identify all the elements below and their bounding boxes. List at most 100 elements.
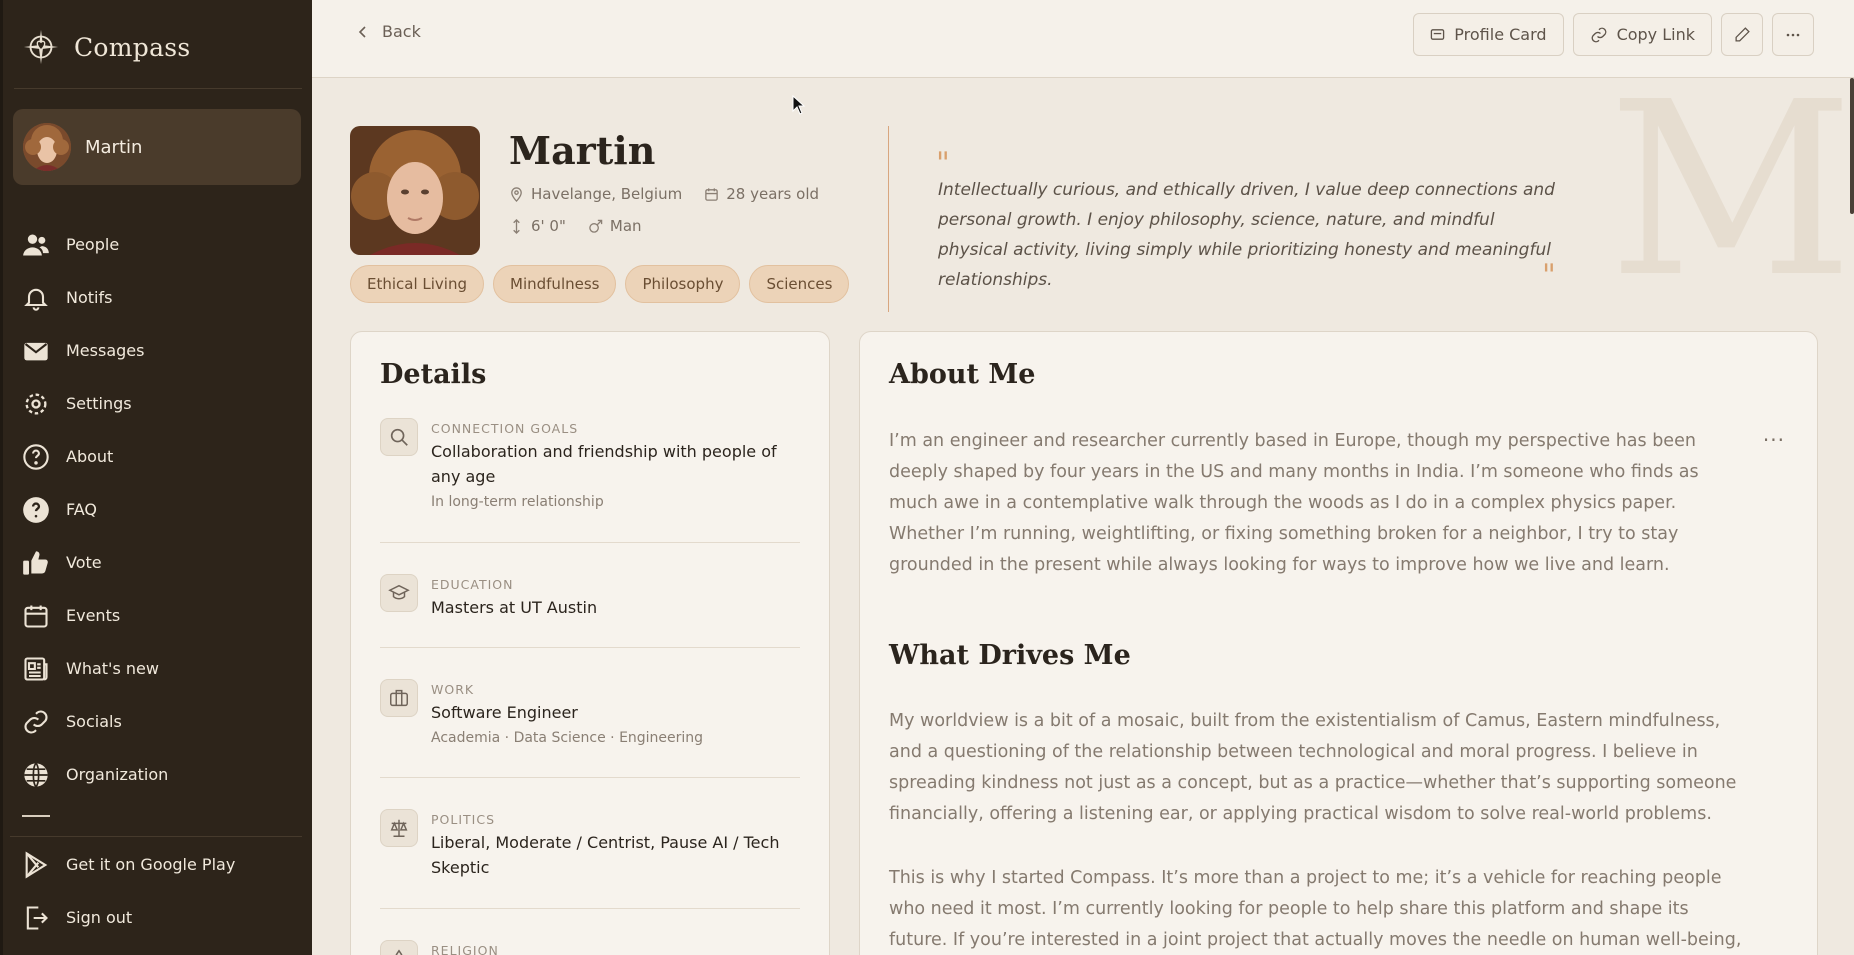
bell-icon: [24, 288, 48, 311]
sidebar-item-events[interactable]: Events: [0, 589, 312, 642]
sidebar: Compass Martin People Notifs Messages Se…: [0, 0, 312, 955]
sidebar-item-faq[interactable]: FAQ: [0, 483, 312, 536]
search-icon: [380, 418, 418, 456]
user-name: Martin: [85, 136, 143, 158]
header-divider: [888, 126, 889, 312]
profile-card-label: Profile Card: [1454, 25, 1547, 44]
tag[interactable]: Sciences: [749, 265, 850, 303]
google-play-link[interactable]: Get it on Google Play: [0, 838, 312, 891]
age: 28 years old: [704, 185, 819, 203]
gear-icon: [25, 393, 47, 414]
sidebar-divider: [10, 836, 302, 837]
detail-religion: RELIGION: [380, 940, 800, 955]
detail-value: Liberal, Moderate / Centrist, Pause AI /…: [431, 833, 780, 877]
sidebar-item-settings[interactable]: Settings: [0, 377, 312, 430]
detail-work: WORK Software Engineer Academia · Data S…: [380, 679, 800, 746]
about-paragraph: My worldview is a bit of a mosaic, built…: [889, 711, 1737, 824]
sidebar-item-label: Notifs: [66, 288, 113, 307]
link-icon: [1591, 27, 1606, 42]
detail-divider: [380, 542, 800, 543]
back-label: Back: [382, 22, 421, 41]
tag[interactable]: Philosophy: [625, 265, 741, 303]
height: 6' 0": [509, 217, 566, 235]
detail-value: Collaboration and friendship with people…: [431, 442, 777, 486]
detail-divider: [380, 908, 800, 909]
location: Havelange, Belgium: [509, 185, 682, 203]
sidebar-item-label: Vote: [66, 553, 102, 572]
question-filled-icon: [23, 496, 49, 523]
compass-logo-icon: [23, 29, 59, 65]
detail-sub: Academia · Data Science · Engineering: [431, 730, 704, 746]
app-logo[interactable]: Compass: [22, 28, 191, 66]
detail-politics: POLITICS Liberal, Moderate / Centrist, P…: [380, 809, 800, 880]
sidebar-item-notifs[interactable]: Notifs: [0, 271, 312, 324]
tag[interactable]: Ethical Living: [350, 265, 485, 303]
scale-icon: [380, 809, 418, 847]
newspaper-icon: [24, 656, 48, 681]
sidebar-item-whats-new[interactable]: What's new: [0, 642, 312, 695]
sidebar-item-socials[interactable]: Socials: [0, 695, 312, 748]
briefcase-icon: [380, 679, 418, 717]
more-horizontal-icon: [1786, 33, 1800, 36]
about-card: About Me ··· I’m an engineer and researc…: [859, 331, 1818, 955]
sidebar-item-label: People: [66, 235, 120, 254]
detail-value: Masters at UT Austin: [431, 598, 598, 617]
about-title: About Me: [889, 359, 1036, 390]
tag[interactable]: Mindfulness: [493, 265, 617, 303]
sidebar-item-organization[interactable]: Organization: [0, 748, 312, 801]
google-play-icon: [25, 850, 48, 879]
nav-more-indicator: [22, 815, 50, 817]
user-card[interactable]: Martin: [13, 109, 301, 185]
pencil-icon: [1734, 27, 1750, 42]
details-title: Details: [380, 359, 487, 390]
close-quote-icon: ": [1542, 258, 1556, 293]
sidebar-item-messages[interactable]: Messages: [0, 324, 312, 377]
sidebar-item-label: Organization: [66, 765, 169, 784]
detail-connection-goals: CONNECTION GOALS Collaboration and frien…: [380, 418, 800, 510]
height-arrow-icon: [513, 218, 520, 234]
copy-link-label: Copy Link: [1616, 25, 1695, 44]
about-paragraph: I’m an engineer and researcher currently…: [889, 431, 1699, 575]
app-name: Compass: [74, 32, 191, 62]
sidebar-item-about[interactable]: About: [0, 430, 312, 483]
sidebar-divider: [14, 88, 302, 89]
bio-quote: Intellectually curious, and ethically dr…: [938, 180, 1555, 290]
back-button[interactable]: Back: [356, 22, 421, 41]
about-more-button[interactable]: ···: [1763, 428, 1785, 452]
location-text: Havelange, Belgium: [531, 185, 683, 203]
sidebar-item-label: FAQ: [66, 500, 97, 519]
detail-value: Software Engineer: [431, 703, 578, 722]
sidebar-item-people[interactable]: People: [0, 218, 312, 271]
sidebar-item-vote[interactable]: Vote: [0, 536, 312, 589]
sidebar-item-label: Get it on Google Play: [66, 855, 236, 874]
profile-name: Martin: [509, 128, 656, 173]
sign-out-icon: [26, 905, 48, 930]
detail-label: WORK: [431, 682, 475, 697]
link-icon: [24, 709, 48, 734]
thumbs-up-icon: [23, 550, 48, 575]
sidebar-item-label: Socials: [66, 712, 122, 731]
chevron-left-icon: [358, 25, 366, 38]
detail-label: CONNECTION GOALS: [431, 421, 579, 436]
detail-education: EDUCATION Masters at UT Austin: [380, 574, 800, 620]
name-initial-watermark: M: [1608, 50, 1854, 330]
gender: Man: [588, 217, 642, 235]
profile-card-button[interactable]: Profile Card: [1413, 13, 1564, 56]
religion-icon: [380, 940, 418, 955]
gender-text: Man: [609, 217, 642, 235]
calendar-icon: [24, 605, 48, 628]
sign-out-button[interactable]: Sign out: [0, 891, 312, 944]
sidebar-bottom: Get it on Google Play Sign out: [0, 838, 312, 944]
sidebar-item-label: About: [66, 447, 114, 466]
male-symbol-icon: [589, 219, 603, 233]
detail-divider: [380, 777, 800, 778]
graduation-cap-icon: [380, 574, 418, 612]
sidebar-item-label: Settings: [66, 394, 132, 413]
profile-meta-row-2: 6' 0" Man: [509, 217, 642, 235]
profile-photo[interactable]: [350, 126, 480, 255]
calendar-icon: [705, 187, 719, 201]
detail-label: RELIGION: [431, 943, 499, 955]
age-text: 28 years old: [726, 185, 820, 203]
sidebar-item-label: Messages: [66, 341, 145, 360]
sidebar-item-label: What's new: [66, 659, 159, 678]
